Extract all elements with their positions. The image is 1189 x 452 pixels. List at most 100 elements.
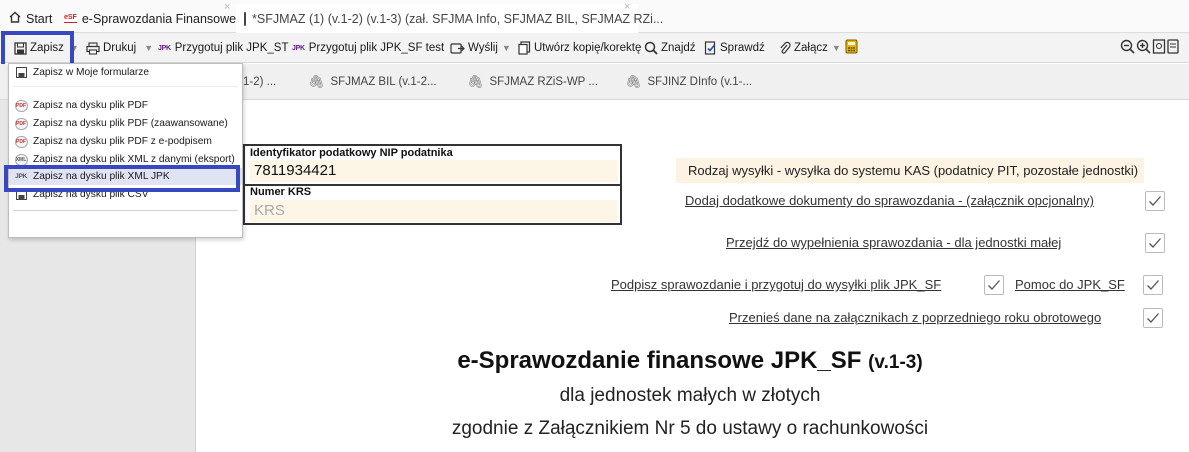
save-dropdown-menu: Zapisz w Moje formularze PDF Zapisz na d… (8, 63, 243, 238)
attachment-tab-label: SFJMAZ RZiS-WP ... (489, 76, 598, 88)
paperclip-icon: 🖇 (467, 74, 484, 89)
tab-start-label: Start (26, 11, 53, 26)
calculator-icon (845, 39, 858, 57)
search-icon (644, 41, 658, 55)
attachment-tab-bil[interactable]: 🖇 SFJMAZ BIL (v.1-2... (308, 64, 437, 100)
toolbar: Zapisz ▼ Drukuj ▼ JPK Przygotuj plik JPK… (0, 33, 1189, 63)
menu-divider (13, 210, 238, 211)
menu-item-save-my-forms[interactable]: Zapisz w Moje formularze (9, 64, 242, 81)
send-icon (450, 42, 465, 55)
sign-prepare-link[interactable]: Podpisz sprawozdanie i przygotuj do wysy… (611, 277, 941, 292)
close-icon[interactable]: × (624, 1, 630, 13)
fill-small-entity-link[interactable]: Przejdź do wypełnienia sprawozdania - dl… (726, 235, 1061, 250)
tab-start[interactable]: Start (8, 4, 60, 33)
send-label: Wyślij (468, 42, 498, 54)
page-title-version: (v.1-3) (868, 352, 923, 373)
checkmark-icon (1149, 238, 1161, 248)
menu-item-save-pdf[interactable]: PDF Zapisz na dysku plik PDF (9, 97, 242, 114)
zoom-out-icon[interactable] (1120, 39, 1135, 57)
attachment-tab-label: SFJMAZ BIL (v.1-2... (330, 76, 437, 88)
jpk-icon: JPK (158, 44, 171, 52)
tab-sfjmaz-label: *SFJMAZ (1) (v.1-2) (v.1-3) (zał. SFJMA … (252, 11, 664, 26)
attachment-tab-rzis[interactable]: 🖇 SFJMAZ RZiS-WP ... (467, 64, 598, 100)
copy-icon (518, 41, 531, 55)
help-jpk-checkbox[interactable] (1143, 275, 1163, 295)
print-button[interactable]: Drukuj ▼ (86, 33, 153, 63)
checkmark-icon (1147, 313, 1159, 323)
add-documents-link[interactable]: Dodaj dodatkowe dokumenty do sprawozdani… (685, 193, 1094, 208)
printer-icon (86, 41, 100, 55)
copy-correction-button[interactable]: Utwórz kopię/korektę (518, 33, 641, 63)
page-title: e-Sprawozdanie finansowe JPK_SF (v.1-3) (370, 347, 1010, 375)
jpk-icon: JPK (292, 44, 305, 52)
chevron-down-icon[interactable]: ▼ (832, 43, 841, 53)
menu-item-label: Zapisz na dysku plik XML z danymi (ekspo… (33, 154, 235, 165)
transfer-data-checkbox[interactable] (1143, 308, 1163, 328)
paperclip-icon: 🖇 (308, 74, 325, 89)
xml-jpk-highlight (4, 165, 240, 192)
chevron-down-icon[interactable]: ▼ (144, 43, 153, 53)
menu-item-save-pdf-advanced[interactable]: PDF Zapisz na dysku plik PDF (zaawansowa… (9, 115, 242, 132)
copy-correction-label: Utwórz kopię/korektę (534, 42, 642, 54)
floppy-icon (14, 66, 28, 80)
find-button[interactable]: Znajdź (644, 33, 696, 63)
calculator-button[interactable] (845, 33, 858, 63)
attachment-tab-label: 1-2) ... (243, 76, 277, 88)
page-subtitle-legal: zgodnie z Załącznikiem Nr 5 do ustawy o … (451, 418, 929, 439)
identification-fields: Identyfikator podatkowy NIP podatnika 78… (243, 144, 622, 225)
check-label: Sprawdź (720, 42, 765, 54)
paperclip-icon (778, 41, 791, 55)
send-button[interactable]: Wyślij ▼ (450, 33, 511, 63)
attachment-tab-label: SFJINZ DInfo (v.1-... (647, 76, 753, 88)
prepare-jpk-test-button[interactable]: JPK Przygotuj plik JPK_SF test (292, 33, 444, 63)
krs-field[interactable]: KRS (250, 200, 618, 222)
tab-esprawozdania-label: e-Sprawozdania Finansowe (81, 11, 237, 26)
attach-button[interactable]: Załącz ▼ (778, 33, 841, 63)
fit-page-icon[interactable] (1152, 39, 1166, 57)
nip-label: Identyfikator podatkowy NIP podatnika (250, 147, 453, 159)
attachment-tab-dinfo[interactable]: 🖇 SFJINZ DInfo (v.1-... (625, 64, 752, 100)
zoom-controls (1120, 33, 1179, 63)
menu-item-label: Zapisz na dysku plik PDF (33, 100, 148, 111)
check-button[interactable]: Sprawdź (704, 33, 765, 63)
menu-item-label: Zapisz na dysku plik PDF (zaawansowane) (33, 118, 228, 129)
attachment-tab-info[interactable]: 1-2) ... (243, 64, 276, 100)
esf-badge: eSF (64, 14, 77, 23)
zoom-in-icon[interactable] (1136, 39, 1151, 57)
checkmark-icon (1147, 280, 1159, 290)
prepare-jpk-label: Przygotuj plik JPK_ST (174, 42, 289, 54)
checkmark-icon (1149, 196, 1161, 206)
nip-field[interactable]: 7811934421 (250, 160, 618, 182)
send-type-select[interactable]: Rodzaj wysyłki - wysyłka do systemu KAS … (676, 158, 1144, 183)
full-page-icon[interactable] (1167, 39, 1179, 57)
add-documents-checkbox[interactable] (1145, 191, 1165, 211)
prepare-jpk-test-label: Przygotuj plik JPK_SF test (308, 42, 445, 54)
pdf-icon: PDF (14, 135, 28, 149)
page-subtitle: dla jednostek małych w złotych (559, 385, 821, 406)
transfer-data-link[interactable]: Przenieś dane na załącznikach z poprzedn… (729, 310, 1101, 325)
chevron-down-icon[interactable]: ▼ (502, 43, 511, 53)
krs-label: Numer KRS (250, 186, 312, 198)
checkmark-icon (988, 280, 1000, 290)
menu-item-label: Zapisz na dysku plik PDF z e-podpisem (33, 136, 212, 147)
menu-item-label: Zapisz w Moje formularze (33, 67, 150, 78)
check-document-icon (704, 41, 717, 55)
tab-bar: Start eSF e-Sprawozdania Finansowe × *SF… (0, 0, 1189, 33)
fill-small-entity-checkbox[interactable] (1145, 233, 1165, 253)
pdf-icon: PDF (14, 117, 28, 131)
tab-sfjmaz[interactable]: *SFJMAZ (1) (v.1-2) (v.1-3) (zał. SFJMA … (236, 1, 663, 33)
paperclip-icon: 🖇 (625, 74, 642, 89)
sign-prepare-checkbox[interactable] (984, 275, 1004, 295)
menu-divider (13, 86, 238, 87)
menu-item-save-pdf-signature[interactable]: PDF Zapisz na dysku plik PDF z e-podpise… (9, 133, 242, 150)
prepare-jpk-button[interactable]: JPK Przygotuj plik JPK_ST (158, 33, 288, 63)
pdf-icon: PDF (14, 99, 28, 113)
attach-label: Załącz (794, 42, 828, 54)
document-icon (244, 11, 246, 26)
find-label: Znajdź (661, 42, 696, 54)
home-icon (8, 10, 22, 27)
close-icon[interactable]: × (224, 1, 230, 13)
tab-esprawozdania[interactable]: eSF e-Sprawozdania Finansowe × (64, 1, 237, 33)
print-label: Drukuj (103, 42, 137, 54)
help-jpk-link[interactable]: Pomoc do JPK_SF (1015, 277, 1125, 292)
